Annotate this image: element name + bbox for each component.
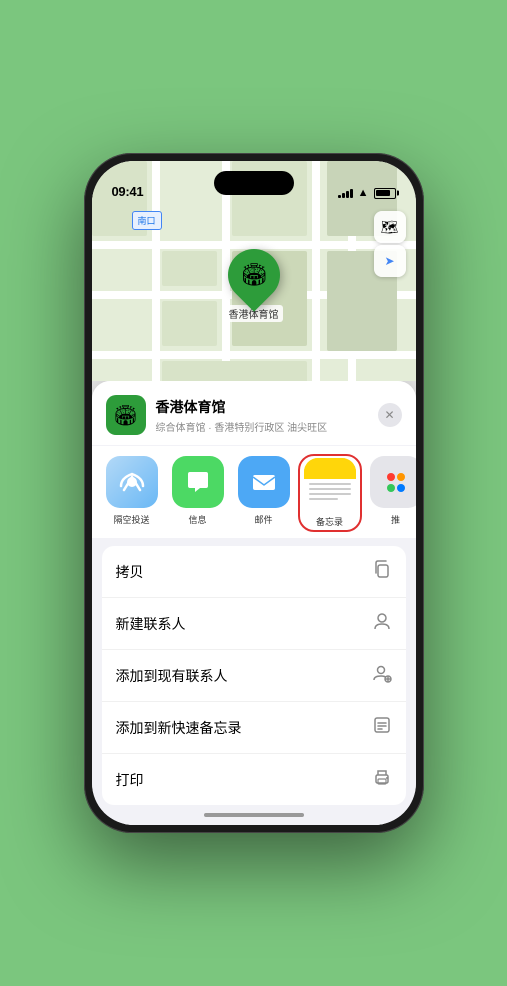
map-block-2	[162, 301, 217, 346]
share-item-mail[interactable]: 邮件	[234, 456, 294, 530]
share-item-messages[interactable]: 信息	[168, 456, 228, 530]
home-indicator	[92, 805, 416, 825]
messages-label: 信息	[188, 513, 206, 526]
status-time: 09:41	[112, 184, 144, 199]
action-new-contact[interactable]: 新建联系人	[102, 598, 406, 650]
notes-icon-wrap	[304, 458, 356, 510]
add-contact-icon	[372, 663, 392, 688]
signal-bar-3	[346, 191, 349, 198]
copy-icon	[372, 559, 392, 584]
map-type-button[interactable]: 🗺	[374, 211, 406, 243]
share-row: 隔空投送 信息	[92, 446, 416, 538]
more-label: 推	[391, 513, 400, 526]
wifi-icon: ▲	[358, 187, 369, 199]
action-add-existing-label: 添加到现有联系人	[116, 666, 228, 686]
close-button[interactable]: ✕	[378, 403, 402, 427]
airdrop-label: 隔空投送	[113, 513, 149, 526]
action-list: 拷贝 新建联系人	[102, 546, 406, 805]
more-icon-wrap	[370, 456, 416, 508]
road-h-3	[92, 351, 416, 359]
mail-icon-wrap	[238, 456, 290, 508]
action-print-label: 打印	[116, 770, 144, 790]
print-icon	[372, 767, 392, 792]
location-button[interactable]: ➤	[374, 245, 406, 277]
location-pin: 🏟 香港体育馆	[225, 249, 283, 322]
share-item-notes[interactable]: 备忘录	[300, 456, 360, 530]
dynamic-island	[214, 171, 294, 195]
entrance-label: 南口	[132, 211, 162, 230]
venue-icon: 🏟	[106, 395, 146, 435]
airdrop-icon-wrap	[106, 456, 158, 508]
action-add-notes-label: 添加到新快速备忘录	[116, 718, 242, 738]
battery-fill	[376, 190, 390, 196]
signal-bar-1	[338, 195, 341, 198]
action-copy-label: 拷贝	[116, 562, 144, 582]
share-item-airdrop[interactable]: 隔空投送	[102, 456, 162, 530]
venue-info: 香港体育馆 综合体育馆 · 香港特别行政区 油尖旺区	[156, 397, 368, 434]
pin-stadium-icon: 🏟	[240, 262, 268, 288]
quick-notes-icon	[372, 715, 392, 740]
mail-icon	[250, 468, 278, 496]
map-controls: 🗺 ➤	[374, 211, 406, 277]
map-block-1	[162, 251, 217, 286]
notes-label: 备忘录	[316, 515, 343, 528]
mail-label: 邮件	[254, 513, 272, 526]
signal-bar-2	[342, 193, 345, 198]
signal-bars	[338, 188, 353, 198]
venue-name: 香港体育馆	[156, 397, 368, 417]
new-contact-icon	[372, 611, 392, 636]
bottom-sheet: 🏟 香港体育馆 综合体育馆 · 香港特别行政区 油尖旺区 ✕	[92, 381, 416, 825]
location-arrow-icon: ➤	[384, 254, 394, 268]
pin-circle: 🏟	[217, 238, 291, 312]
action-add-notes[interactable]: 添加到新快速备忘录	[102, 702, 406, 754]
airdrop-icon	[118, 468, 146, 496]
action-copy[interactable]: 拷贝	[102, 546, 406, 598]
signal-bar-4	[350, 189, 353, 198]
home-bar	[204, 813, 304, 817]
sheet-header: 🏟 香港体育馆 综合体育馆 · 香港特别行政区 油尖旺区 ✕	[92, 381, 416, 445]
action-add-existing[interactable]: 添加到现有联系人	[102, 650, 406, 702]
status-icons: ▲	[338, 187, 396, 199]
action-new-contact-label: 新建联系人	[116, 614, 186, 634]
venue-subtitle: 综合体育馆 · 香港特别行政区 油尖旺区	[156, 419, 368, 434]
battery-icon	[374, 188, 396, 199]
map-block-5	[162, 361, 307, 381]
action-print[interactable]: 打印	[102, 754, 406, 805]
phone-frame: 09:41 ▲	[84, 153, 424, 833]
messages-icon-wrap	[172, 456, 224, 508]
phone-screen: 09:41 ▲	[92, 161, 416, 825]
messages-icon	[184, 468, 212, 496]
venue-stadium-icon: 🏟	[113, 403, 138, 428]
share-item-more[interactable]: 推	[366, 456, 416, 530]
